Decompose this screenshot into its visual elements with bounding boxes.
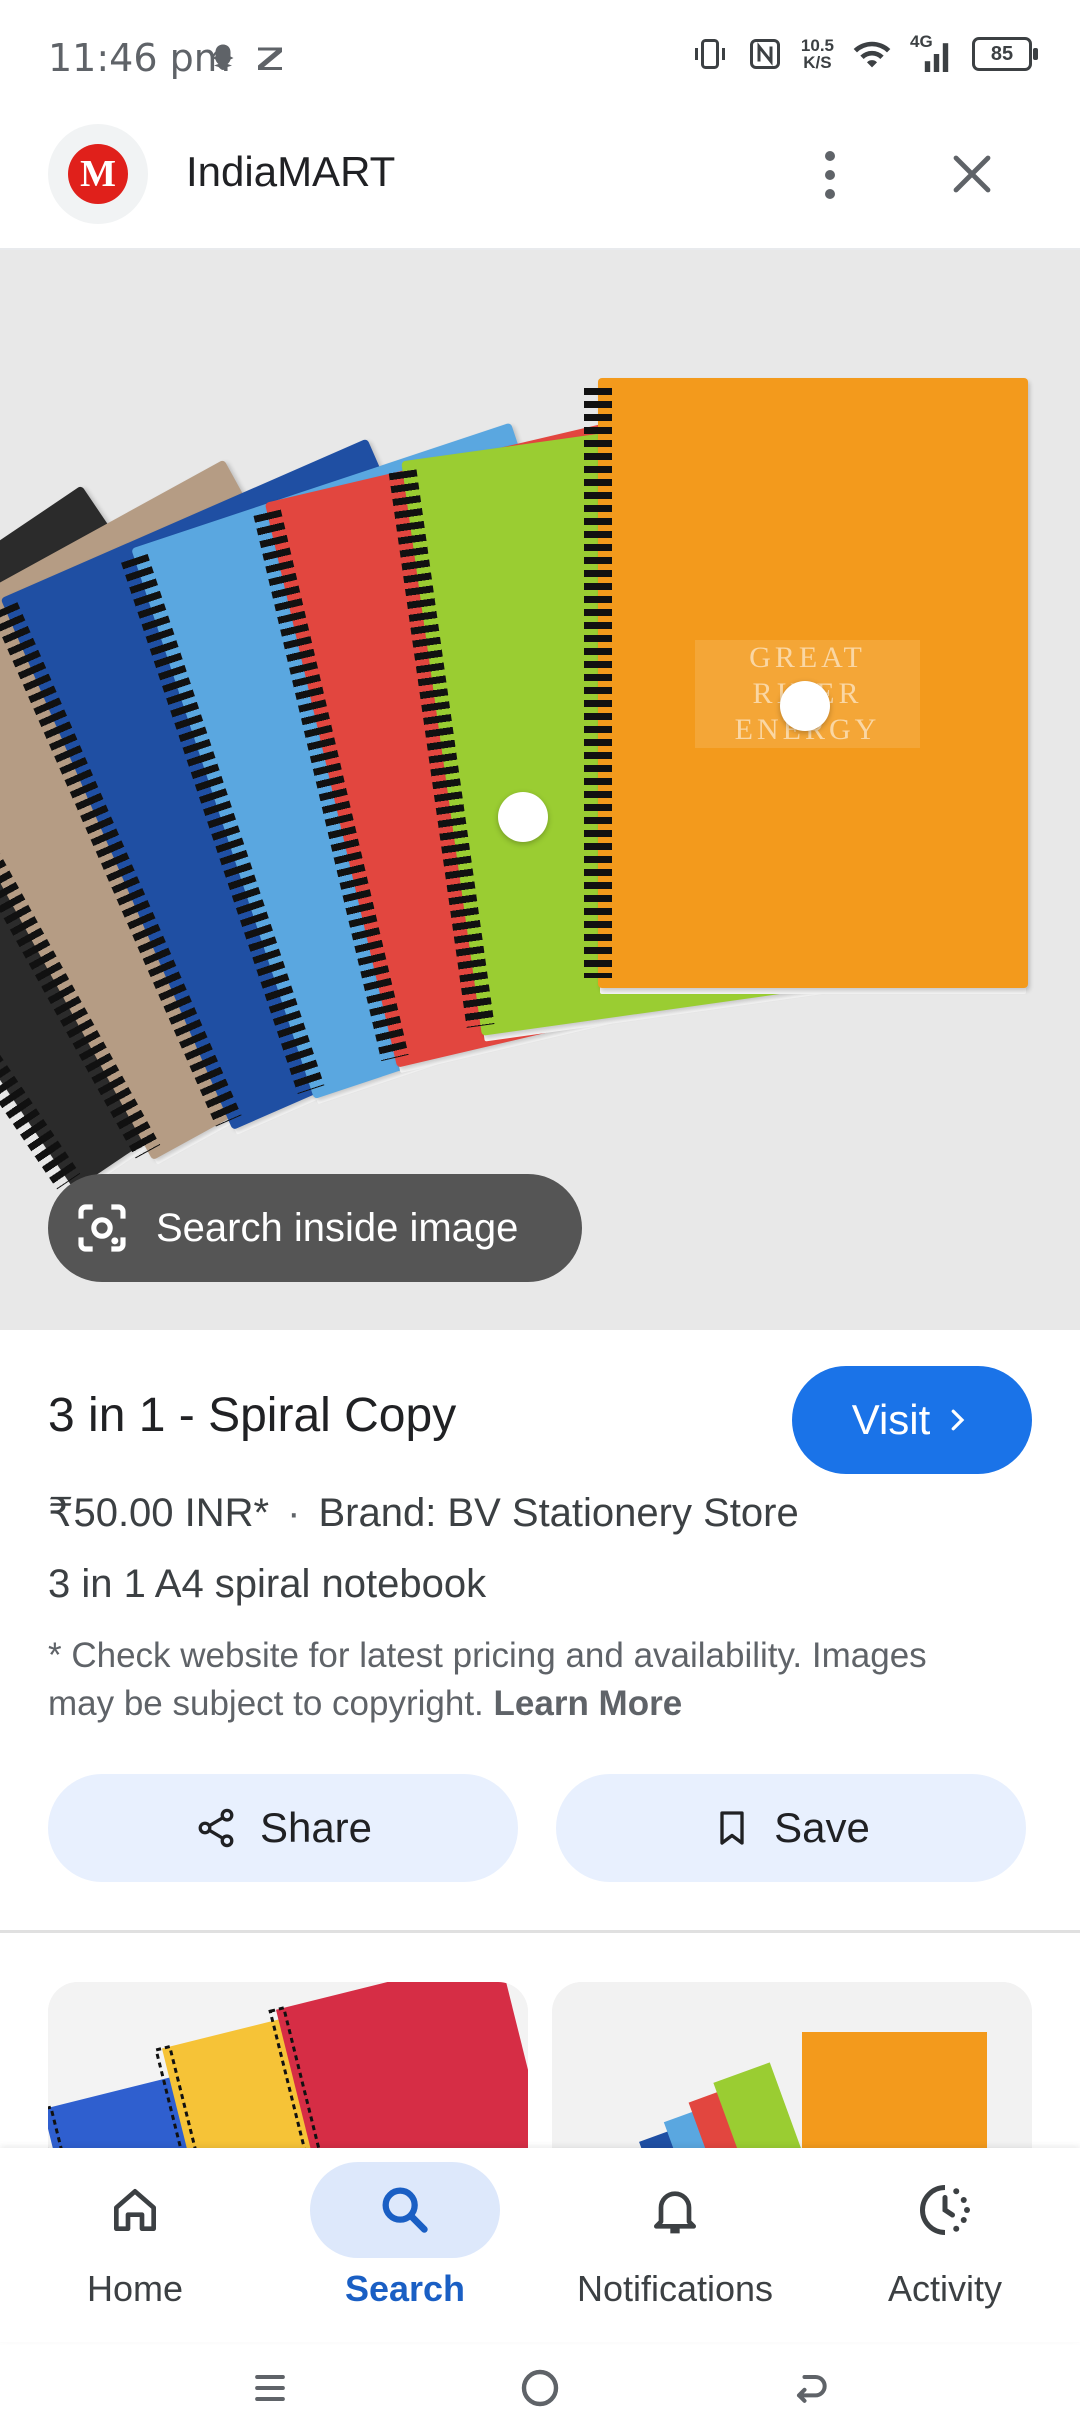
product-title: 3 in 1 - Spiral Copy [48, 1389, 457, 1442]
activity-icon [920, 2185, 970, 2235]
search-icon [382, 2187, 428, 2233]
notification-icon [252, 40, 288, 81]
status-right: 10.5 K/S 4G 85 [691, 32, 1038, 72]
nav-home-label: Home [86, 2268, 184, 2309]
learn-more-link[interactable]: Learn More [494, 1684, 683, 1723]
save-label: Save [774, 1804, 870, 1851]
share-icon [198, 1808, 234, 1848]
app-header: M IndiaMART [0, 110, 1080, 250]
product-price: ₹50.00 INR* [48, 1491, 270, 1535]
home-button-icon[interactable] [516, 2364, 564, 2412]
recents-icon[interactable] [248, 2366, 292, 2410]
visual-search-dot[interactable] [780, 681, 830, 731]
spiral-binding [584, 388, 612, 978]
nav-notifications-label: Notifications [576, 2268, 774, 2309]
more-options-button[interactable] [810, 140, 850, 210]
chevron-right-icon [951, 1409, 965, 1431]
nav-search-label: Search [344, 2268, 466, 2309]
bell-icon [654, 2191, 696, 2234]
share-button[interactable]: Share [48, 1774, 518, 1882]
lens-icon [78, 1204, 126, 1252]
signal-icon: 4G [910, 32, 954, 72]
status-bar: 11:46 pm 10.5 K/S 4G 85 [0, 0, 1080, 110]
wifi-icon [853, 41, 891, 68]
nfc-icon [749, 39, 780, 69]
nav-search[interactable]: Search [270, 2162, 540, 2342]
nav-activity-label: Activity [887, 2268, 1002, 2309]
back-icon[interactable] [788, 2366, 832, 2410]
search-inside-label: Search inside image [156, 1205, 519, 1250]
more-dot-icon [825, 170, 835, 180]
price-brand-line: ₹50.00 INR* · Brand: BV Stationery Store [48, 1490, 799, 1536]
bottom-navigation: Home Search Notifications Activity [0, 2148, 1080, 2342]
separator-dot: · [287, 1490, 301, 1535]
close-icon [953, 155, 991, 193]
net-speed: 10.5 K/S [800, 36, 834, 72]
visit-button[interactable]: Visit [792, 1366, 1032, 1474]
product-image[interactable]: GREAT RIVER ENERGY Search inside image [0, 250, 1080, 1330]
nav-notifications[interactable]: Notifications [540, 2162, 810, 2342]
home-icon [114, 2189, 157, 2231]
product-brand: Brand: BV Stationery Store [318, 1490, 799, 1535]
share-label: Share [259, 1804, 373, 1851]
site-name[interactable]: IndiaMART [186, 148, 395, 196]
save-button[interactable]: Save [556, 1774, 1026, 1882]
site-logo-mark: M [68, 144, 128, 204]
nav-activity[interactable]: Activity [810, 2162, 1080, 2342]
bookmark-icon [720, 1811, 744, 1845]
search-inside-image-button[interactable]: Search inside image [48, 1174, 582, 1282]
status-time: 11:46 pm [48, 36, 231, 80]
visit-label: Visit [851, 1396, 931, 1443]
close-button[interactable] [940, 142, 1004, 206]
section-divider [0, 1930, 1080, 1933]
disclaimer-text: * Check website for latest pricing and a… [48, 1636, 927, 1723]
site-logo: M [48, 124, 148, 224]
vibrate-icon [694, 39, 725, 69]
more-dot-icon [825, 189, 835, 199]
system-navigation-bar [0, 2342, 1080, 2436]
more-dot-icon [825, 151, 835, 161]
visual-search-dot[interactable] [498, 792, 548, 842]
battery-indicator: 85 [972, 37, 1038, 71]
snapchat-icon [205, 40, 241, 81]
product-description: 3 in 1 A4 spiral notebook [48, 1562, 487, 1606]
nav-home[interactable]: Home [0, 2162, 270, 2342]
